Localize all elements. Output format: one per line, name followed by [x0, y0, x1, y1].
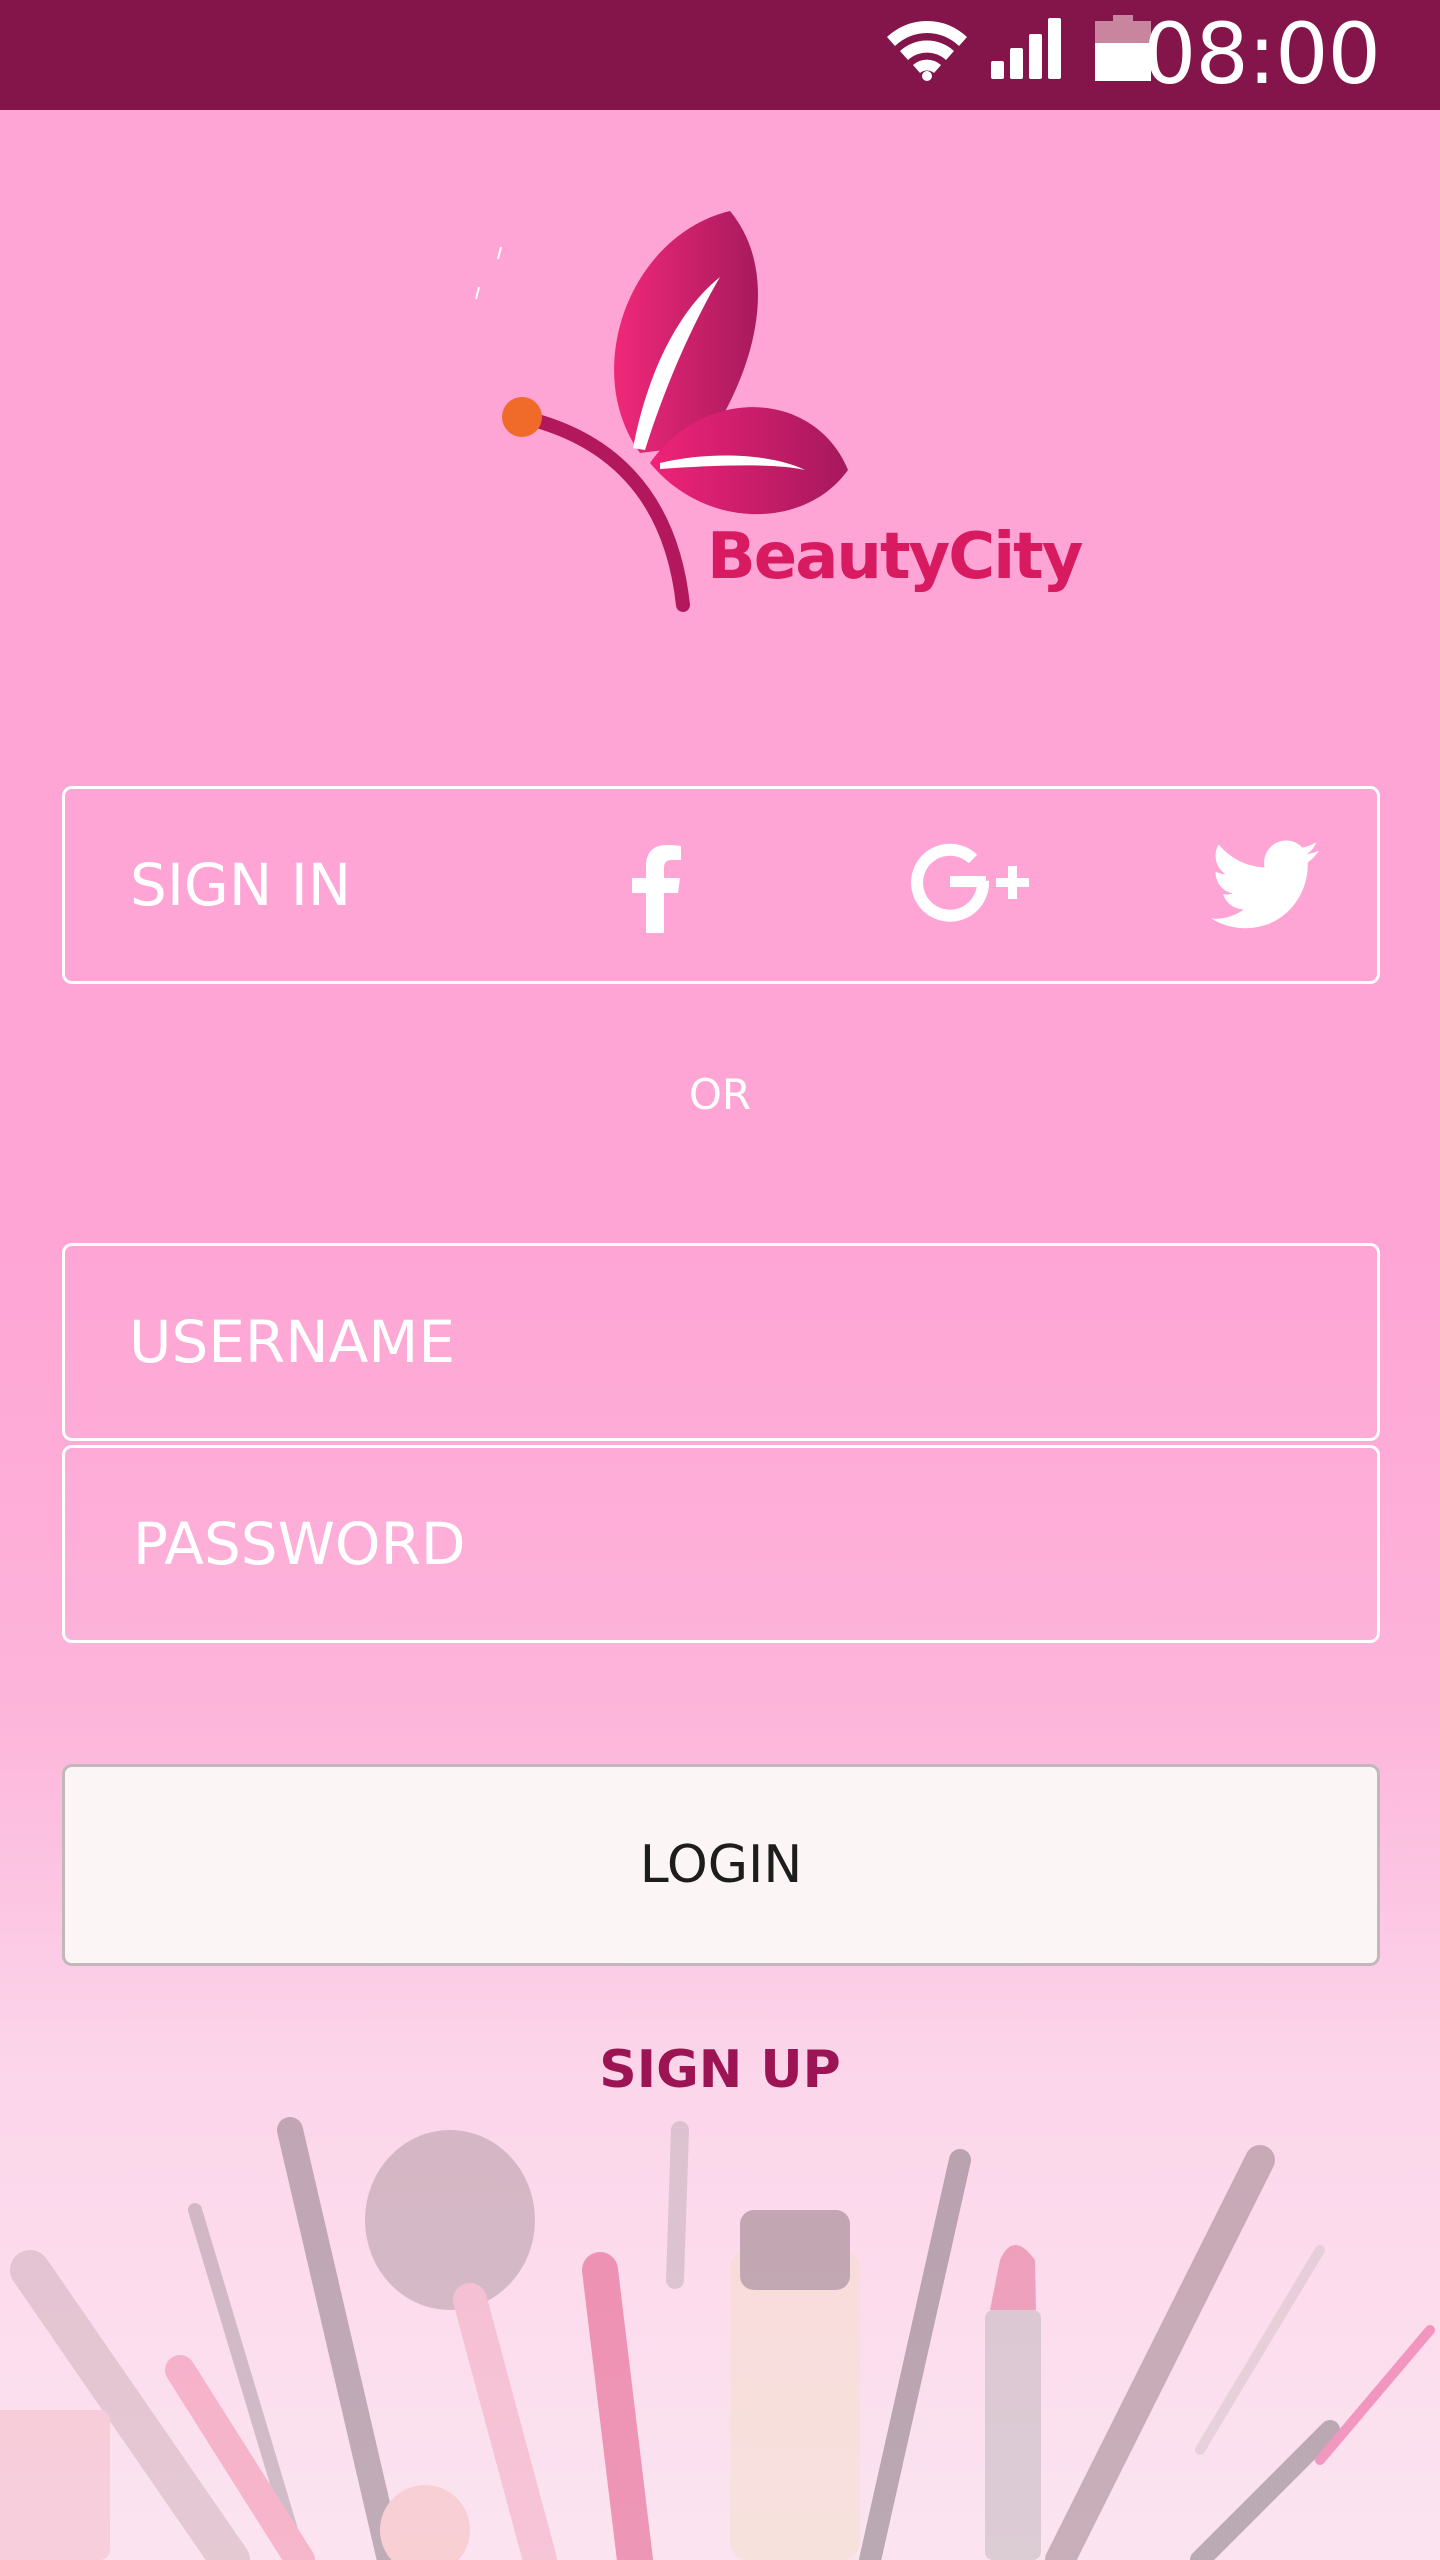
or-divider: OR: [688, 1070, 752, 1119]
username-field-box: [62, 1243, 1380, 1441]
login-button[interactable]: LOGIN: [62, 1764, 1380, 1966]
makeup-tools-illustration: [0, 2117, 1435, 2560]
facebook-icon: [632, 845, 681, 933]
twitter-signin-button[interactable]: [1180, 789, 1350, 981]
twitter-icon: [1211, 840, 1319, 929]
password-field-box: [62, 1445, 1380, 1643]
signin-label: SIGN IN: [130, 851, 352, 919]
brand-logo: BeautyCity: [455, 195, 1083, 635]
password-input[interactable]: [65, 1448, 1377, 1640]
google-plus-icon: [911, 843, 1029, 922]
signal-icon: [990, 15, 1064, 85]
username-input[interactable]: [65, 1246, 1377, 1438]
status-bar: 08:00: [0, 0, 1440, 110]
social-signin-bar: SIGN IN: [62, 786, 1380, 984]
brand-name: BeautyCity: [707, 520, 1083, 594]
signup-link[interactable]: SIGN UP: [0, 2040, 1440, 2100]
facebook-signin-button[interactable]: [575, 789, 735, 981]
status-time: 08:00: [1142, 5, 1381, 103]
wifi-icon: [885, 15, 969, 85]
google-plus-signin-button[interactable]: [875, 789, 1075, 981]
